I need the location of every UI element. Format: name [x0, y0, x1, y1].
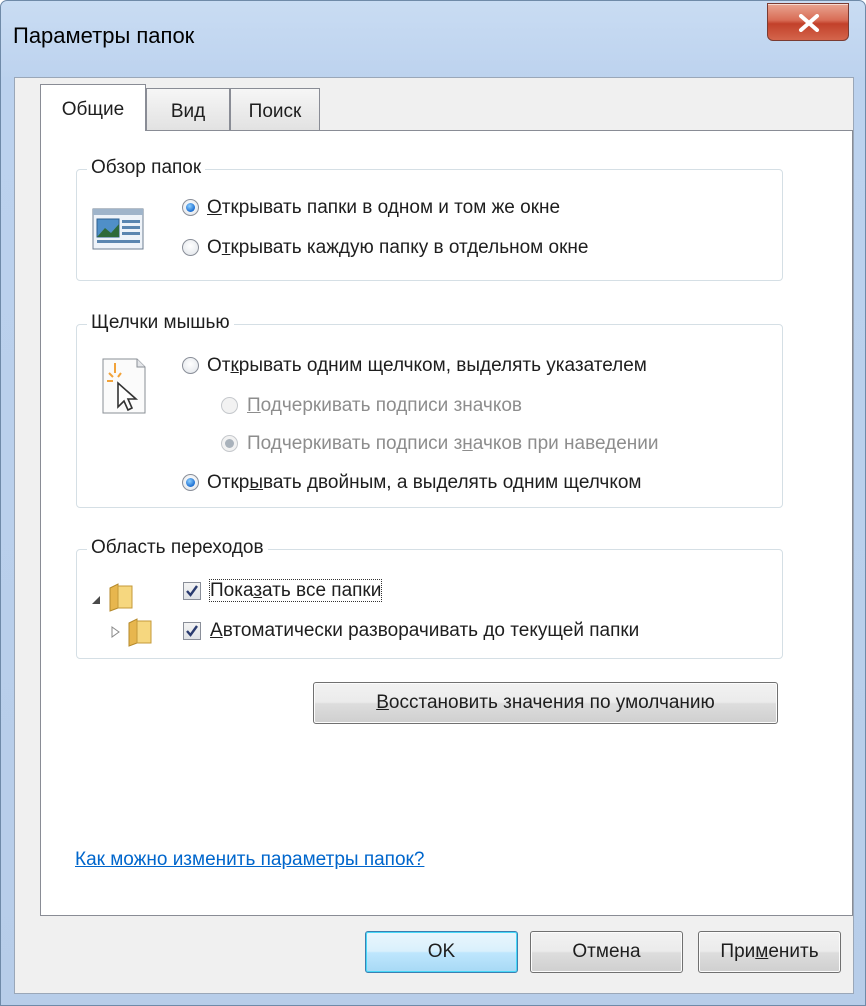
access-key: з [253, 580, 263, 601]
access-key: ы [249, 472, 264, 493]
access-key: м [755, 941, 769, 962]
window-preview-icon [92, 208, 144, 250]
close-button[interactable] [767, 3, 849, 41]
radio-button[interactable] [182, 357, 199, 374]
label-part: При [720, 941, 756, 962]
folder-options-window: Параметры папок Общие Вид Поиск Обзор па… [0, 0, 866, 1006]
label-part: ачков при наведении [472, 433, 659, 454]
radio-button[interactable] [182, 474, 199, 491]
collapsed-folder-icon [111, 618, 152, 647]
label-part: енить [768, 941, 819, 962]
tab-panel-general: Обзор папок Открывать папки в одном и то… [40, 130, 853, 916]
label-part: Подчеркивать подписи з [247, 433, 463, 454]
tab-general-label: Общие [61, 99, 125, 120]
click-cursor-icon [102, 358, 146, 414]
access-key: к [230, 355, 239, 376]
close-icon [799, 14, 819, 32]
help-link[interactable]: Как можно изменить параметры папок? [75, 849, 424, 871]
radio-underline-always-label: Подчеркивать подписи значков [247, 395, 522, 416]
radio-single-click[interactable]: Открывать одним щелчком, выделять указат… [182, 354, 647, 378]
ok-button[interactable]: OK [365, 931, 518, 973]
checkbox-show-all-folders[interactable]: Показать все папки [183, 579, 383, 603]
label-part: Откр [207, 472, 250, 493]
radio-single-click-label: Открывать одним щелчком, выделять указат… [207, 355, 647, 376]
title-bar[interactable]: Параметры папок [1, 1, 865, 77]
label-part: ать все папки [262, 580, 382, 601]
checkmark-icon [186, 585, 198, 597]
label-part: втоматически разворачивать до текущей па… [222, 620, 640, 641]
radio-open-new-window-label: Открывать каждую папку в отдельном окне [207, 237, 588, 258]
label-part: Пока [210, 580, 254, 601]
radio-button[interactable] [221, 435, 238, 452]
mouse-clicks-group: Щелчки мышью Открывать одним щелчком, вы… [76, 311, 783, 508]
label-part: ткрывать папки в одном и том же окне [221, 197, 561, 218]
dialog-body: Общие Вид Поиск Обзор папок Открывать па… [14, 77, 854, 994]
label-part: О [207, 237, 222, 258]
navigation-pane-group: Область переходов Показать все папки Авт… [76, 536, 783, 659]
checkmark-icon [186, 625, 198, 637]
radio-button[interactable] [221, 397, 238, 414]
checkbox[interactable] [183, 582, 201, 600]
access-key: О [207, 197, 222, 218]
radio-open-same-window[interactable]: Открывать папки в одном и том же окне [182, 196, 560, 220]
label-part: осстановить значения по умолчанию [388, 692, 715, 713]
browse-folders-group: Обзор папок Открывать папки в одном и то… [76, 156, 783, 281]
radio-button[interactable] [182, 199, 199, 216]
label-part: крывать каждую папку в отдельном окне [230, 237, 589, 258]
cancel-button[interactable]: Отмена [530, 931, 683, 973]
checkbox-auto-expand[interactable]: Автоматически разворачивать до текущей п… [183, 619, 639, 643]
radio-double-click-label: Открывать двойным, а выделять одним щелч… [207, 472, 642, 493]
checkbox-auto-expand-label: Автоматически разворачивать до текущей п… [210, 620, 639, 641]
navigation-pane-title: Область переходов [87, 536, 268, 560]
radio-open-new-window[interactable]: Открывать каждую папку в отдельном окне [182, 236, 588, 260]
radio-open-same-window-label: Открывать папки в одном и том же окне [207, 197, 560, 218]
access-key: П [247, 395, 261, 416]
access-key: н [462, 433, 473, 454]
radio-underline-hover[interactable]: Подчеркивать подписи значков при наведен… [221, 432, 659, 456]
radio-underline-always[interactable]: Подчеркивать подписи значков [221, 394, 522, 418]
access-key: В [376, 692, 389, 713]
label-part: вать двойным, а выделять одним щелчком [263, 472, 642, 493]
mouse-clicks-title: Щелчки мышью [87, 311, 234, 335]
radio-button[interactable] [182, 239, 199, 256]
tab-view-label: Вид [170, 101, 206, 122]
tab-search-label: Поиск [248, 101, 302, 122]
radio-double-click[interactable]: Открывать двойным, а выделять одним щелч… [182, 471, 642, 495]
label-part: одчеркивать подписи значков [260, 395, 523, 416]
checkbox-show-all-folders-label: Показать все папки [208, 579, 383, 602]
label-part: рывать одним щелчком, выделять указателе… [238, 355, 647, 376]
apply-button[interactable]: Применить [698, 931, 841, 973]
checkbox[interactable] [183, 622, 201, 640]
tab-general[interactable]: Общие [40, 84, 146, 131]
tab-view[interactable]: Вид [146, 88, 230, 130]
radio-underline-hover-label: Подчеркивать подписи значков при наведен… [247, 433, 659, 454]
tab-search[interactable]: Поиск [230, 88, 320, 130]
browse-folders-title: Обзор папок [87, 156, 206, 180]
window-title: Параметры папок [13, 23, 195, 48]
label-part: От [207, 355, 231, 376]
expanded-folder-icon [92, 583, 133, 612]
restore-defaults-button[interactable]: Восстановить значения по умолчанию [313, 682, 778, 724]
access-key: А [210, 620, 223, 641]
